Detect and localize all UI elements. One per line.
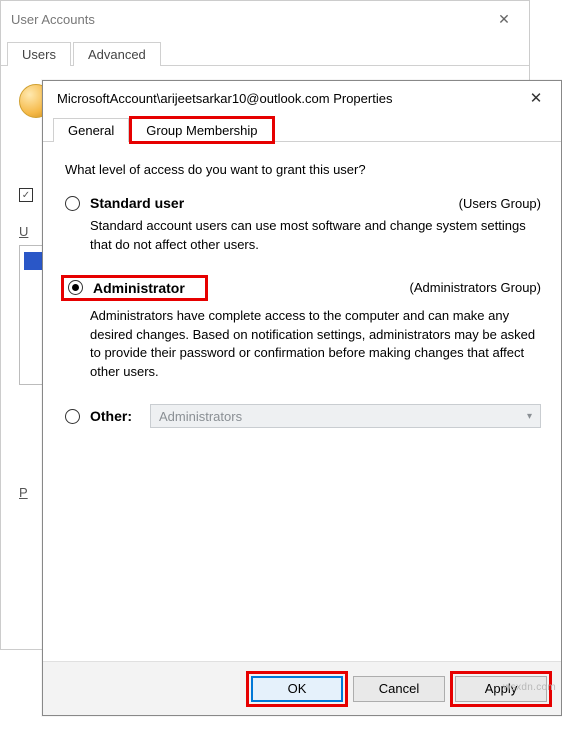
parent-titlebar: User Accounts ✕ <box>1 1 529 37</box>
checkbox[interactable]: ✓ <box>19 188 33 202</box>
radio-standard[interactable] <box>65 196 80 211</box>
option-standard-row: Standard user (Users Group) <box>65 195 541 211</box>
dialog-tabstrip: General Group Membership <box>43 117 561 142</box>
tab-users[interactable]: Users <box>7 42 71 66</box>
properties-dialog: MicrosoftAccount\arijeetsarkar10@outlook… <box>42 80 562 716</box>
user-item-icon <box>24 252 42 270</box>
parent-tabstrip: Users Advanced <box>1 41 529 66</box>
option-admin-group: (Administrators Group) <box>410 280 541 295</box>
other-group-dropdown[interactable]: Administrators ▾ <box>150 404 541 428</box>
close-icon[interactable]: ✕ <box>489 11 519 28</box>
tab-group-membership[interactable]: Group Membership <box>131 118 272 142</box>
tab-general[interactable]: General <box>53 118 129 142</box>
option-other-label: Other: <box>90 408 132 424</box>
option-standard-label: Standard user <box>90 195 184 211</box>
dialog-title: MicrosoftAccount\arijeetsarkar10@outlook… <box>57 91 521 106</box>
option-admin-desc: Administrators have complete access to t… <box>90 307 541 382</box>
option-admin-label: Administrator <box>93 280 185 296</box>
radio-administrator[interactable] <box>68 280 83 295</box>
dropdown-value: Administrators <box>159 409 242 424</box>
watermark: wsxdn.com <box>503 682 556 693</box>
ok-button[interactable]: OK <box>251 676 343 702</box>
admin-highlight-box: Administrator <box>61 275 208 301</box>
dialog-titlebar: MicrosoftAccount\arijeetsarkar10@outlook… <box>43 81 561 115</box>
dialog-content: What level of access do you want to gran… <box>43 142 561 661</box>
option-standard-desc: Standard account users can use most soft… <box>90 217 541 255</box>
tab-advanced[interactable]: Advanced <box>73 42 161 66</box>
parent-window-title: User Accounts <box>11 12 489 27</box>
option-other-row: Other: Administrators ▾ <box>65 404 541 428</box>
radio-other[interactable] <box>65 409 80 424</box>
close-icon[interactable]: ✕ <box>521 89 551 107</box>
dialog-footer: OK Cancel Apply <box>43 661 561 715</box>
chevron-down-icon: ▾ <box>527 411 532 422</box>
cancel-button[interactable]: Cancel <box>353 676 445 702</box>
option-admin-row: Administrator (Administrators Group) <box>65 275 541 301</box>
access-question: What level of access do you want to gran… <box>65 162 541 177</box>
option-standard-group: (Users Group) <box>459 196 541 211</box>
